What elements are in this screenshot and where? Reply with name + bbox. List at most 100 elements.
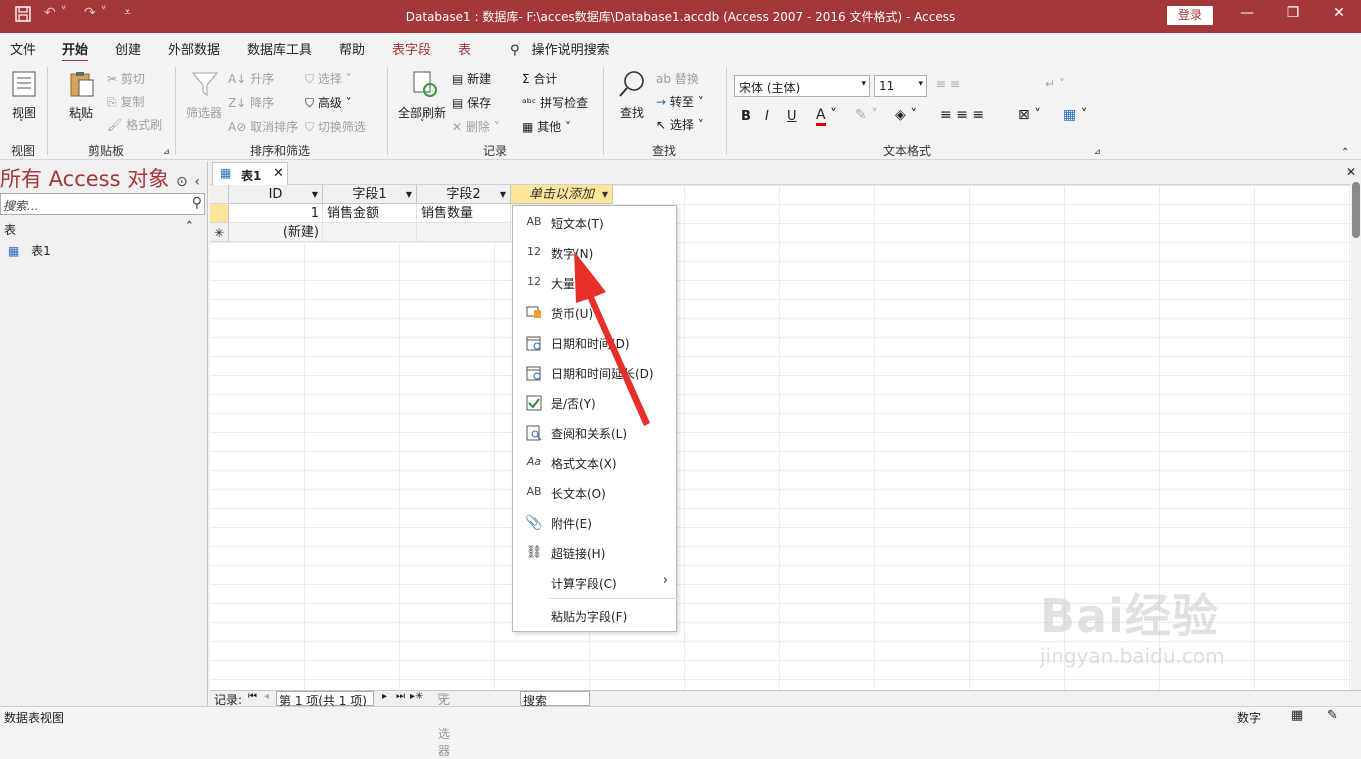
new-record-button[interactable]: ▤ 新建 <box>452 70 491 87</box>
chevron-down-icon[interactable]: ▼ <box>500 185 506 204</box>
menu-item-rich-text[interactable]: Aa 格式文本(X) <box>513 447 676 477</box>
increase-font-icon[interactable]: ≡ ≡ <box>936 77 960 91</box>
menu-item-calculated-field[interactable]: 计算字段(C) › <box>513 567 676 597</box>
nav-item-table1[interactable]: ▦ 表1 <box>8 242 51 259</box>
close-icon[interactable]: ✕ <box>1329 5 1349 21</box>
login-button[interactable]: 登录 <box>1167 6 1213 25</box>
new-record-nav-icon[interactable]: ▸✳ <box>410 691 423 702</box>
record-position-input[interactable]: 第 1 项(共 1 项) <box>276 691 374 708</box>
document-tab-table1[interactable]: ▦ 表1 ✕ <box>212 162 288 185</box>
prev-record-icon[interactable]: ◂ <box>264 691 269 702</box>
ltr-icon[interactable]: ↵ ˅ <box>1045 77 1065 91</box>
tab-create[interactable]: 创建 <box>115 39 141 58</box>
close-document-icon[interactable]: ✕ <box>1346 165 1356 179</box>
chevron-up-icon[interactable]: ⌃ <box>185 219 194 232</box>
cell-new-row[interactable]: (新建) <box>229 223 323 242</box>
cell-field2[interactable]: 销售数量 <box>417 204 511 223</box>
fill-color-button[interactable]: ◈ ˅ <box>895 107 917 123</box>
delete-record-button[interactable]: ✕ 删除 ˅ <box>452 118 500 135</box>
replace-button[interactable]: ab 替换 <box>656 70 699 87</box>
advanced-button[interactable]: ⛉ 高级 ˅ <box>305 94 352 111</box>
tab-home[interactable]: 开始 <box>62 39 89 63</box>
chevron-down-icon[interactable]: ▼ <box>602 185 608 204</box>
underline-button[interactable]: U <box>787 109 797 124</box>
align-buttons[interactable]: ≡ ≡ ≡ <box>940 107 984 123</box>
selection-button[interactable]: ⛉ 选择 ˅ <box>305 70 352 87</box>
dialog-launcher-icon[interactable]: ⊿ <box>163 147 170 156</box>
cell-id[interactable]: 1 <box>229 204 323 223</box>
new-row-selector[interactable]: ✳ <box>210 223 229 242</box>
tab-help[interactable]: 帮助 <box>339 39 365 58</box>
sort-ascending-button[interactable]: A↓ 升序 <box>228 70 274 87</box>
save-record-button[interactable]: ▤ 保存 <box>452 94 491 111</box>
tab-table-fields[interactable]: 表字段 <box>392 39 431 58</box>
alt-row-color-button[interactable]: ▦ ˅ <box>1063 107 1088 123</box>
italic-button[interactable]: I <box>765 109 769 124</box>
view-button[interactable]: 视图 <box>12 104 36 121</box>
vertical-scrollbar[interactable] <box>1351 180 1361 690</box>
font-name-select[interactable]: 宋体 (主体) ▾ <box>734 75 870 97</box>
nav-pane-title[interactable]: 所有 Access 对象 ⊙ ‹ <box>0 163 200 193</box>
goto-button[interactable]: → 转至 ˅ <box>656 93 704 110</box>
restore-icon[interactable]: ❐ <box>1283 5 1303 21</box>
close-tab-icon[interactable]: ✕ <box>273 166 284 181</box>
first-record-icon[interactable]: ⏮ <box>248 691 257 702</box>
search-icon: ⚲ <box>510 43 520 58</box>
toggle-filter-button[interactable]: ⛉ 切换筛选 <box>305 118 366 135</box>
font-size-select[interactable]: 11 ▾ <box>874 75 927 97</box>
next-record-icon[interactable]: ▸ <box>382 691 387 702</box>
menu-item-long-text[interactable]: AB 长文本(O) <box>513 477 676 507</box>
collapse-pane-icon[interactable]: ‹ <box>194 174 200 190</box>
gridlines-button[interactable]: ⊠ ˅ <box>1018 107 1041 123</box>
advanced-filter-icon: ⛉ <box>305 96 315 110</box>
select-all-corner[interactable] <box>210 185 229 204</box>
remove-sort-button[interactable]: A⊘ 取消排序 <box>228 118 298 135</box>
cut-button[interactable]: ✂ 剪切 <box>107 70 145 87</box>
filter-button[interactable]: 筛选器 <box>186 104 222 121</box>
format-painter-button[interactable]: 🖌 格式刷 <box>107 116 162 133</box>
record-search-input[interactable]: 搜索 <box>520 691 590 708</box>
tab-external-data[interactable]: 外部数据 <box>168 39 220 58</box>
row-selector[interactable] <box>210 204 229 223</box>
tab-database-tools[interactable]: 数据库工具 <box>247 39 312 58</box>
status-bar: 数据表视图 数字 ▦ ✎ <box>0 706 1361 725</box>
chevron-down-icon[interactable]: ˅ <box>78 119 83 129</box>
sort-descending-button[interactable]: Z↓ 降序 <box>228 94 274 111</box>
tell-me-search[interactable]: ⚲ 操作说明搜索 <box>510 39 610 58</box>
design-view-icon[interactable]: ✎ <box>1327 708 1338 723</box>
find-button[interactable]: 查找 <box>620 104 644 121</box>
copy-button[interactable]: ⎘ 复制 <box>107 93 144 110</box>
scrollbar-thumb[interactable] <box>1352 182 1360 238</box>
chevron-down-icon[interactable]: ▼ <box>406 185 412 204</box>
menu-item-short-text[interactable]: AB 短文本(T) <box>513 207 676 237</box>
collapse-ribbon-icon[interactable]: ⌃ <box>1341 147 1349 158</box>
spelling-button[interactable]: ᵃᵇᶜ 拼写检查 <box>522 94 588 111</box>
last-record-icon[interactable]: ⏭ <box>396 691 405 702</box>
tab-file[interactable]: 文件 <box>10 39 36 58</box>
dialog-launcher-icon[interactable]: ⊿ <box>1094 147 1101 156</box>
totals-button[interactable]: Σ 合计 <box>522 70 557 87</box>
tab-table[interactable]: 表 <box>458 39 471 58</box>
column-header-click-to-add[interactable]: 单击以添加 ▼ <box>511 185 613 204</box>
cell-field1[interactable]: 销售金额 <box>323 204 417 223</box>
select-button[interactable]: ↖ 选择 ˅ <box>656 116 704 133</box>
minimize-icon[interactable]: — <box>1237 5 1257 21</box>
column-header-field2[interactable]: 字段2 ▼ <box>417 185 511 204</box>
chevron-down-circle-icon[interactable]: ⊙ <box>176 174 188 190</box>
menu-item-paste-as-fields[interactable]: 粘贴为字段(F) <box>513 600 676 630</box>
column-header-id[interactable]: ID ▼ <box>229 185 323 204</box>
more-button[interactable]: ▦ 其他 ˅ <box>522 118 571 135</box>
bold-button[interactable]: B <box>741 109 751 124</box>
chevron-down-icon[interactable]: ▼ <box>312 185 318 204</box>
chevron-down-icon[interactable]: ˅ <box>420 119 425 129</box>
chevron-down-icon[interactable]: ˅ <box>19 119 24 129</box>
menu-item-hyperlink[interactable]: ⛓ 超链接(H) <box>513 537 676 567</box>
column-header-field1[interactable]: 字段1 ▼ <box>323 185 417 204</box>
datasheet-view-icon[interactable]: ▦ <box>1291 708 1303 723</box>
menu-item-attachment[interactable]: 📎 附件(E) <box>513 507 676 537</box>
highlight-button[interactable]: ✎ ˅ <box>855 107 878 123</box>
nav-search-input[interactable]: 搜索... ⚲ <box>0 193 205 215</box>
nav-section-tables[interactable]: 表 ⌃ <box>4 219 204 238</box>
search-icon[interactable]: ⚲ <box>192 195 202 211</box>
font-color-button[interactable]: A ˅ <box>816 107 837 126</box>
